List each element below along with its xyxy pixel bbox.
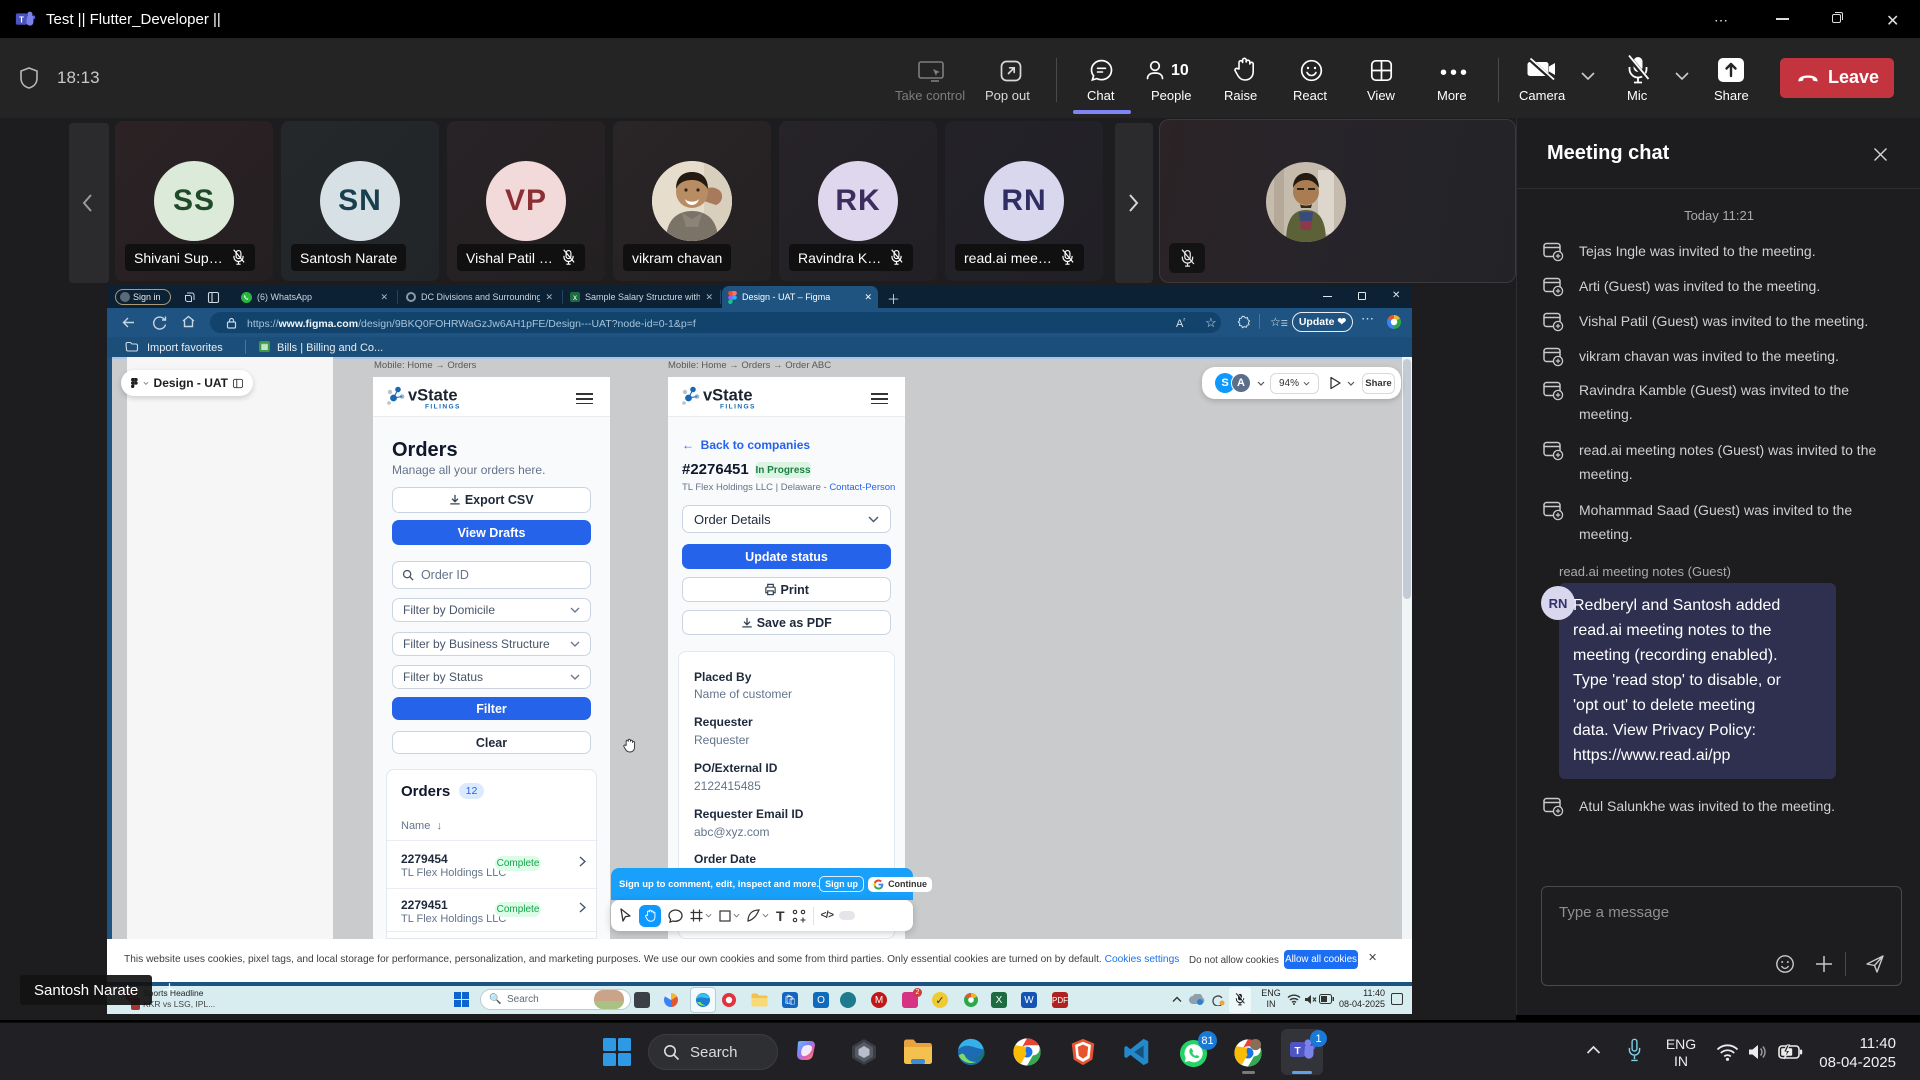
svg-text:vState: vState bbox=[408, 387, 458, 405]
svg-text:vState: vState bbox=[703, 387, 753, 405]
svg-text:T: T bbox=[1294, 1046, 1300, 1057]
svg-text:FILINGS: FILINGS bbox=[720, 404, 756, 411]
svg-text:FILINGS: FILINGS bbox=[425, 404, 461, 411]
svg-text:T: T bbox=[19, 16, 24, 25]
